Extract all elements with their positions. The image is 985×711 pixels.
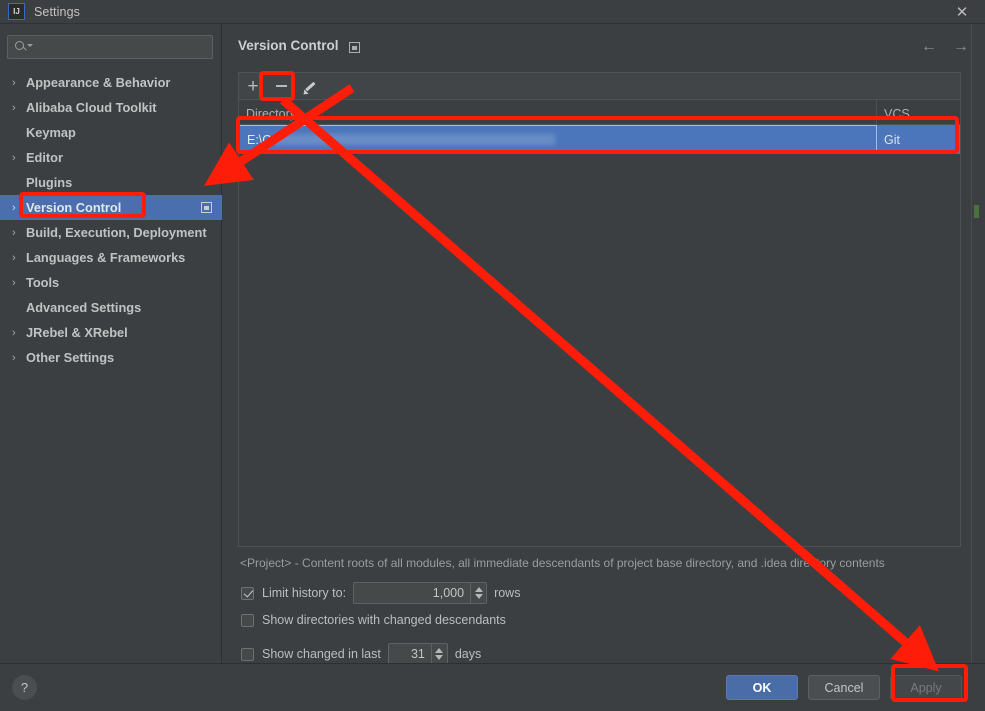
limit-history-label: Limit history to: [262,586,347,600]
edit-directory-button[interactable] [295,74,323,99]
table-row[interactable]: E:\C Git [239,125,960,154]
chevron-right-icon: › [12,201,16,214]
table-description: <Project> - Content roots of all modules… [240,556,885,570]
sidebar-item-label: Other Settings [26,350,115,365]
arrow-right-icon[interactable]: → [951,37,971,57]
sidebar-item-label: Tools [26,275,60,290]
chevron-right-icon: › [12,226,16,239]
close-icon[interactable]: ✕ [939,0,985,24]
table-header-row: Directory VCS [239,100,960,125]
sidebar-item-jrebel-xrebel[interactable]: › JRebel & XRebel [0,320,222,345]
intellij-logo-icon: IJ [8,3,25,20]
sidebar-item-alibaba-cloud-toolkit[interactable]: › Alibaba Cloud Toolkit [0,95,222,120]
chevron-down-icon[interactable] [435,655,444,660]
ide-background-bleed [974,205,979,218]
chevron-right-icon: › [12,351,16,364]
chevron-right-icon: › [12,276,16,289]
option-show-changed-in-last: Show changed in last 31 days [241,643,481,665]
chevron-up-icon[interactable] [435,648,444,653]
option-show-dirs-changed-descendants: Show directories with changed descendant… [241,613,506,627]
dialog-footer: ? OK Cancel Apply [0,663,985,711]
window-titlebar: IJ Settings ✕ [0,0,985,24]
sidebar-item-label: Keymap [26,125,76,140]
sidebar-item-label: Advanced Settings [26,300,142,315]
ide-edge-divider [971,24,972,663]
option-limit-history: Limit history to: 1,000 rows [241,582,520,604]
search-icon [15,40,30,55]
sidebar-item-tools[interactable]: › Tools [0,270,222,295]
help-icon[interactable]: ? [12,675,37,700]
sidebar-item-label: Appearance & Behavior [26,75,171,90]
chevron-up-icon[interactable] [474,587,483,592]
show-dirs-changed-descendants-checkbox[interactable] [241,613,254,627]
remove-directory-button[interactable] [267,74,295,99]
sidebar-item-label: Editor [26,150,63,165]
project-scope-icon [349,42,360,53]
settings-tree: › Appearance & Behavior › Alibaba Cloud … [0,70,222,370]
directory-path-text: E:\C [247,132,272,147]
sidebar-item-build-execution-deployment[interactable]: › Build, Execution, Deployment [0,220,222,245]
column-header-vcs[interactable]: VCS [877,100,960,124]
cell-vcs[interactable]: Git [877,125,960,154]
show-dirs-changed-descendants-label: Show directories with changed descendant… [262,613,506,627]
search-input[interactable] [7,35,213,59]
minus-icon [275,85,287,87]
pane-navigation: ← → [919,37,971,57]
settings-dialog: IJ Settings ✕ › Appearance & Behavior › … [0,0,985,711]
limit-history-stepper[interactable]: 1,000 [353,582,488,604]
chevron-right-icon: › [12,101,16,114]
show-changed-days-value[interactable]: 31 [389,644,431,664]
chevron-right-icon: › [12,326,16,339]
show-changed-days-suffix: days [454,647,482,661]
settings-content-pane: Version Control ← → + Directory VCS E:\C… [222,24,985,665]
sidebar-item-label: Build, Execution, Deployment [26,225,207,240]
redacted-path-blur [273,134,556,145]
arrow-left-icon[interactable]: ← [919,37,939,57]
sidebar-item-plugins[interactable]: › Plugins [0,170,222,195]
settings-sidebar: › Appearance & Behavior › Alibaba Cloud … [0,24,222,663]
window-title: Settings [34,4,80,19]
sidebar-item-other-settings[interactable]: › Other Settings [0,345,222,370]
sidebar-item-languages-frameworks[interactable]: › Languages & Frameworks [0,245,222,270]
project-scope-icon [201,202,212,213]
cancel-button[interactable]: Cancel [808,675,880,700]
pane-header: Version Control ← → [222,24,985,70]
chevron-down-icon[interactable] [27,44,33,47]
sidebar-item-label: Alibaba Cloud Toolkit [26,100,157,115]
pencil-icon [301,79,317,97]
stepper-buttons[interactable] [430,644,447,664]
search-field-wrapper [7,35,213,59]
apply-button[interactable]: Apply [890,675,962,700]
chevron-right-icon: › [12,76,16,89]
add-directory-button[interactable]: + [239,74,267,99]
sidebar-item-label: Plugins [26,175,73,190]
show-changed-days-stepper[interactable]: 31 [387,643,448,665]
limit-history-value[interactable]: 1,000 [354,583,470,603]
limit-history-checkbox[interactable] [241,586,254,600]
ok-button[interactable]: OK [726,675,798,700]
sidebar-item-version-control[interactable]: › Version Control [0,195,222,220]
table-toolbar: + [238,72,961,99]
show-changed-in-last-label: Show changed in last [262,647,381,661]
stepper-buttons[interactable] [470,583,486,603]
limit-history-suffix: rows [494,586,521,600]
show-changed-in-last-checkbox[interactable] [241,647,254,661]
sidebar-item-editor[interactable]: › Editor [0,145,222,170]
sidebar-item-appearance-behavior[interactable]: › Appearance & Behavior [0,70,222,95]
directory-mapping-table: Directory VCS E:\C Git [238,99,961,547]
sidebar-item-label: Version Control [26,200,122,215]
column-header-directory[interactable]: Directory [239,100,877,124]
cell-directory[interactable]: E:\C [239,125,877,154]
chevron-down-icon[interactable] [474,594,483,599]
sidebar-item-label: JRebel & XRebel [26,325,128,340]
chevron-right-icon: › [12,151,16,164]
chevron-right-icon: › [12,251,16,264]
sidebar-item-label: Languages & Frameworks [26,250,186,265]
sidebar-item-advanced-settings[interactable]: › Advanced Settings [0,295,222,320]
page-title: Version Control [238,38,339,53]
sidebar-item-keymap[interactable]: › Keymap [0,120,222,145]
